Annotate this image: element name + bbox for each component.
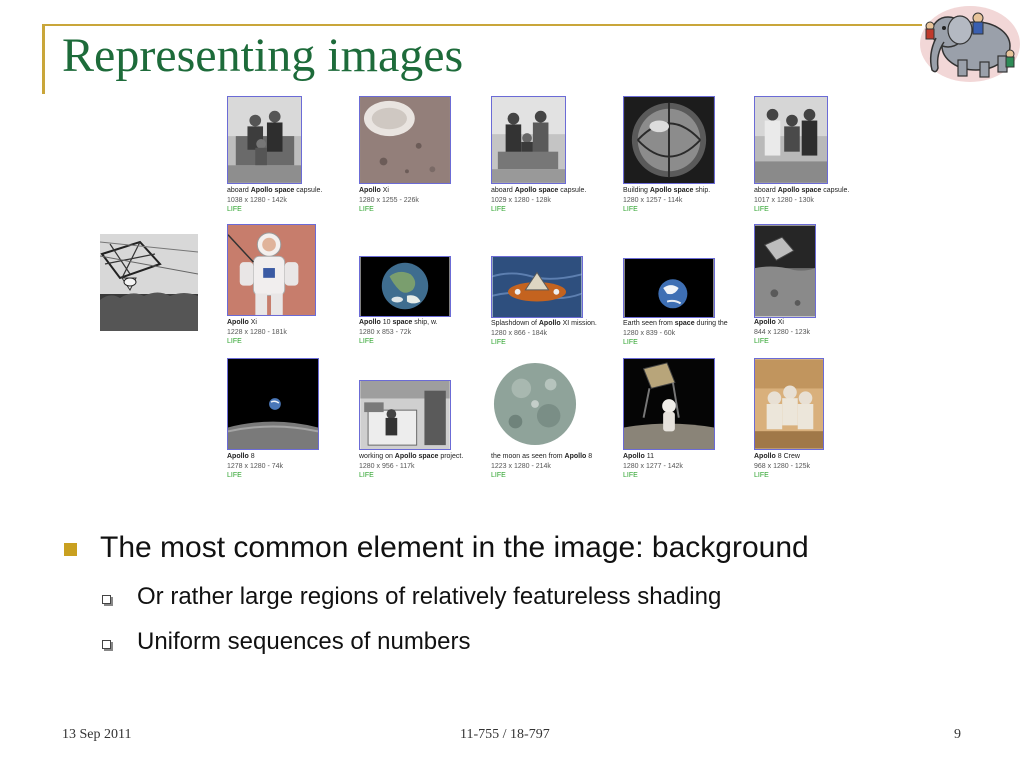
- result-tile[interactable]: aboard Apollo space capsule. 1038 x 1280…: [227, 96, 352, 221]
- result-caption: the moon as seen from Apollo 8 1223 x 12…: [491, 453, 593, 479]
- image-results-grid: aboard Apollo space capsule. 1038 x 1280…: [227, 96, 867, 486]
- spacecraft-sphere-thumbnail[interactable]: [623, 96, 715, 184]
- bullet-sub: Uniform sequences of numbers: [100, 626, 897, 658]
- result-caption: aboard Apollo space capsule. 1029 x 1280…: [491, 187, 587, 213]
- bullet-sub-text: Or rather large regions of relatively fe…: [137, 583, 722, 610]
- lab-workers-thumbnail[interactable]: [359, 380, 451, 450]
- moon-full-thumbnail[interactable]: [491, 358, 579, 450]
- bullet-main-text: The most common element in the image: ba…: [100, 531, 809, 564]
- result-caption: Apollo Xi 1228 x 1280 - 181k LIFE: [227, 319, 287, 345]
- elephant-logo-icon: [920, 6, 1020, 82]
- family-photo-thumbnail[interactable]: [491, 96, 566, 184]
- result-caption: Apollo Xi 844 x 1280 - 123k LIFE: [754, 319, 811, 345]
- result-tile[interactable]: Building Apollo space ship. 1280 x 1257 …: [623, 96, 748, 221]
- slide-title: Representing images: [62, 29, 464, 82]
- hollow-square-bullet-icon: [102, 640, 111, 649]
- result-caption: Apollo 8 Crew 968 x 1280 - 125k LIFE: [754, 453, 811, 479]
- result-caption: aboard Apollo space capsule. 1038 x 1280…: [227, 187, 323, 213]
- earthrise-thumbnail[interactable]: [623, 258, 715, 318]
- result-tile[interactable]: Apollo 8 1278 x 1280 - 74k LIFE: [227, 358, 352, 483]
- title-rule-vertical: [42, 24, 45, 94]
- result-tile[interactable]: Apollo Xi 1228 x 1280 - 181k LIFE: [227, 224, 352, 349]
- earth-from-space-thumbnail[interactable]: [359, 256, 451, 317]
- result-caption: Splashdown of Apollo XI mission. 1280 x …: [491, 320, 597, 346]
- lunar-surface-thumbnail[interactable]: [754, 224, 816, 318]
- moon-footprint-thumbnail[interactable]: [359, 96, 451, 184]
- crew-photo-thumbnail[interactable]: [754, 358, 824, 450]
- result-caption: Apollo Xi 1280 x 1255 - 226k LIFE: [359, 187, 419, 213]
- result-caption: Apollo 11 1280 x 1277 - 142k LIFE: [623, 453, 683, 479]
- earthrise-moon-thumbnail[interactable]: [227, 358, 319, 450]
- result-tile[interactable]: Apollo Xi 844 x 1280 - 123k LIFE: [754, 224, 879, 349]
- result-caption: working on Apollo space project. 1280 x …: [359, 453, 464, 479]
- result-tile[interactable]: the moon as seen from Apollo 8 1223 x 12…: [491, 358, 616, 483]
- result-caption: aboard Apollo space capsule. 1017 x 1280…: [754, 187, 850, 213]
- bullet-sub: Or rather large regions of relatively fe…: [100, 581, 897, 613]
- result-caption: Apollo 8 1278 x 1280 - 74k LIFE: [227, 453, 284, 479]
- result-caption: Apollo 10 space ship, w. 1280 x 853 - 72…: [359, 319, 438, 345]
- family-photo-thumbnail[interactable]: [754, 96, 828, 184]
- result-caption: Earth seen from space during the 1280 x …: [623, 320, 728, 346]
- result-caption: Building Apollo space ship. 1280 x 1257 …: [623, 187, 711, 213]
- splashdown-thumbnail[interactable]: [491, 256, 583, 318]
- astronaut-thumbnail[interactable]: [227, 224, 316, 316]
- footer-date: 13 Sep 2011: [62, 727, 132, 742]
- result-tile[interactable]: Apollo 8 Crew 968 x 1280 - 125k LIFE: [754, 358, 879, 483]
- hollow-square-bullet-icon: [102, 595, 111, 604]
- result-tile[interactable]: aboard Apollo space capsule. 1017 x 1280…: [754, 96, 879, 221]
- footer-course: 11-755 / 18-797: [460, 727, 550, 742]
- result-tile[interactable]: working on Apollo space project. 1280 x …: [359, 380, 484, 505]
- result-tile[interactable]: Apollo 10 space ship, w. 1280 x 853 - 72…: [359, 256, 484, 381]
- radio-telescope-photo: [100, 234, 198, 331]
- page-number: 9: [954, 727, 961, 742]
- result-tile[interactable]: Apollo Xi 1280 x 1255 - 226k LIFE: [359, 96, 484, 221]
- bullet-main: The most common element in the image: ba…: [62, 528, 860, 568]
- bullet-sub-text: Uniform sequences of numbers: [137, 628, 471, 655]
- result-tile[interactable]: aboard Apollo space capsule. 1029 x 1280…: [491, 96, 616, 221]
- result-tile[interactable]: Apollo 11 1280 x 1277 - 142k LIFE: [623, 358, 748, 483]
- square-bullet-icon: [64, 543, 77, 556]
- moonwalk-thumbnail[interactable]: [623, 358, 715, 450]
- family-photo-thumbnail[interactable]: [227, 96, 302, 184]
